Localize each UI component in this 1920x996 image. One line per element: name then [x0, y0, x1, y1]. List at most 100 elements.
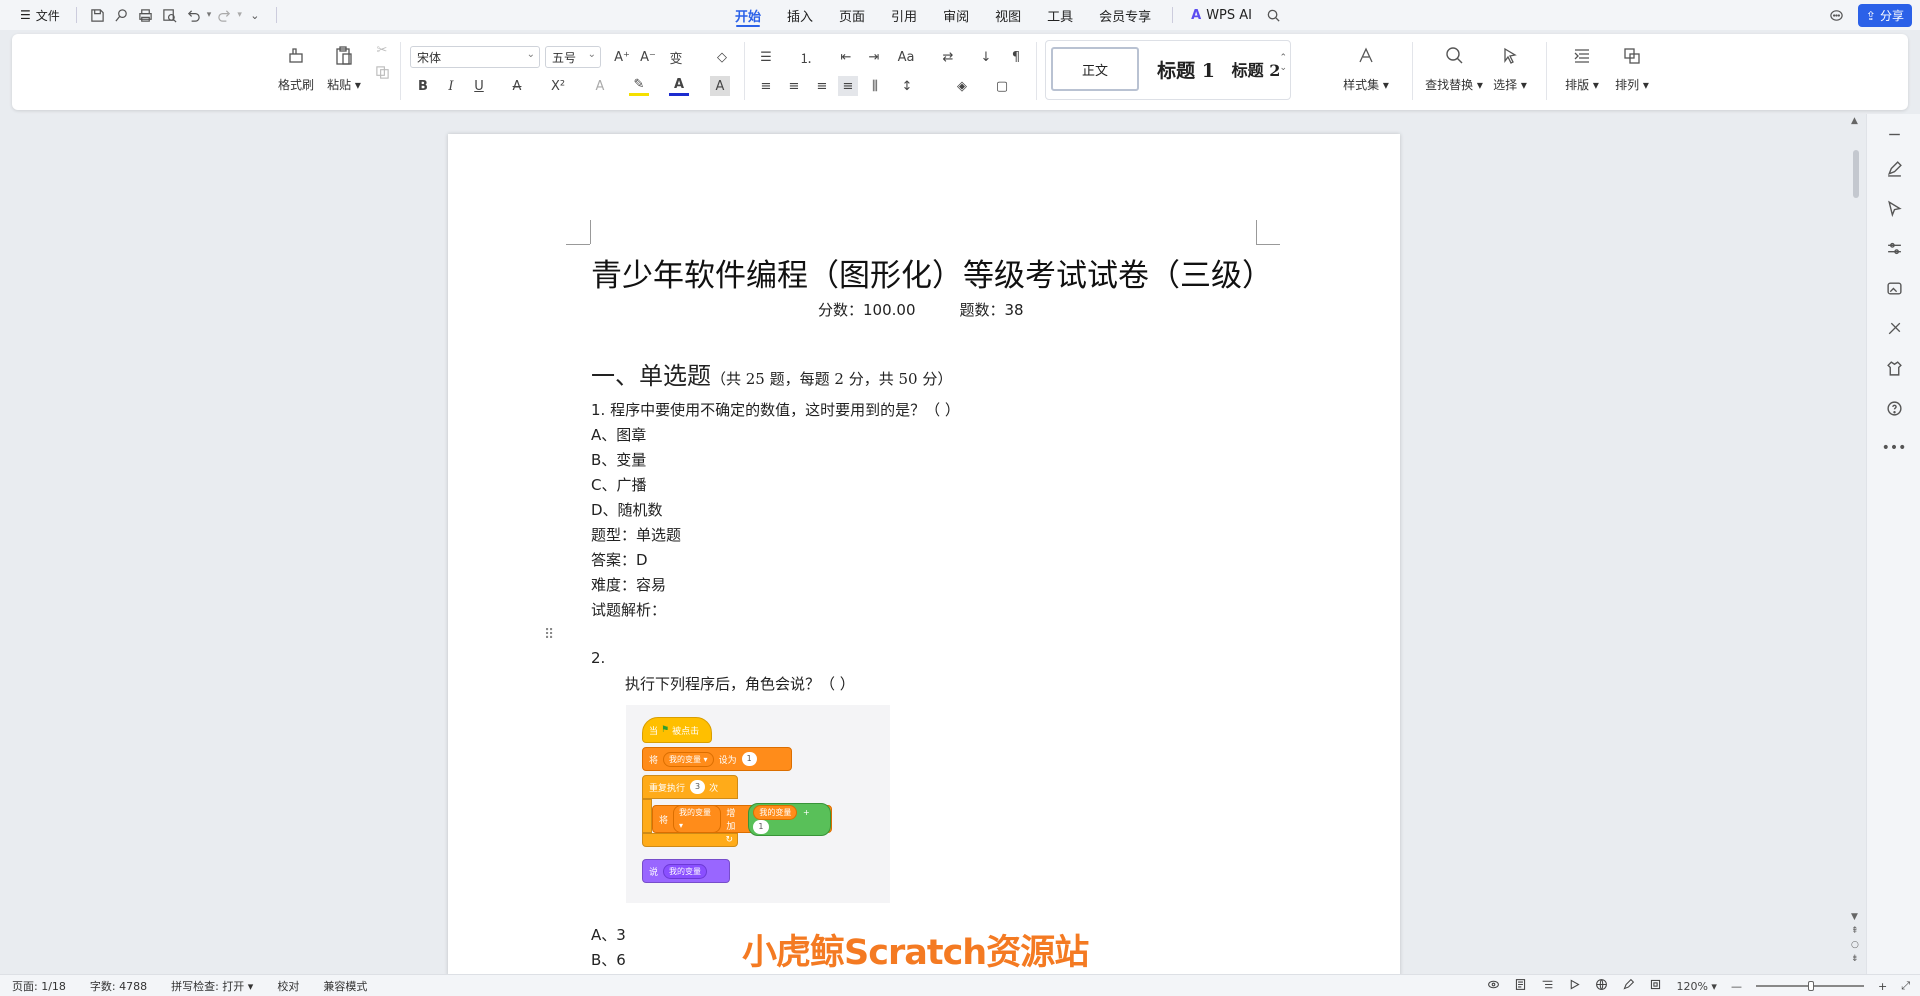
decrease-indent-icon[interactable]: ⇤: [836, 47, 856, 67]
show-marks-icon[interactable]: ¶: [1006, 47, 1026, 67]
image-tool-icon[interactable]: [1884, 278, 1904, 298]
distributed-icon[interactable]: ⫼: [865, 76, 885, 96]
tab-home[interactable]: 开始: [722, 0, 774, 30]
print-icon[interactable]: [135, 4, 157, 26]
numbered-list-icon[interactable]: ⒈: [796, 47, 816, 67]
strikethrough-icon[interactable]: A: [507, 76, 527, 96]
font-grow-icon[interactable]: A⁺: [612, 47, 632, 67]
style-heading-1[interactable]: 标题 1: [1149, 47, 1223, 91]
customize-toolbar-icon[interactable]: ⌄: [244, 4, 266, 26]
style-set-button[interactable]: 样式集 ▾: [1342, 44, 1390, 93]
cursor-icon[interactable]: [1884, 198, 1904, 218]
bullet-list-icon[interactable]: ☰: [756, 47, 776, 67]
text-effect-icon[interactable]: A: [590, 76, 610, 96]
drag-handle-icon[interactable]: ⠿: [544, 627, 554, 643]
underline-icon[interactable]: U: [469, 76, 489, 96]
tab-page[interactable]: 页面: [826, 0, 878, 30]
prev-page-icon[interactable]: ⇞: [1851, 926, 1859, 936]
zoom-level[interactable]: 120% ▾: [1676, 980, 1716, 993]
border-icon[interactable]: ▢: [992, 76, 1012, 96]
highlight-icon[interactable]: ✎: [629, 76, 649, 96]
align-right-icon[interactable]: ≡: [812, 76, 832, 96]
document-page[interactable]: 青少年软件编程（图形化）等级考试试卷（三级） 分数：100.00 题数：38 一…: [448, 134, 1400, 976]
next-page-icon[interactable]: ⇟: [1851, 954, 1859, 964]
save-icon[interactable]: [87, 4, 109, 26]
comments-icon[interactable]: [1826, 5, 1848, 27]
edit-pen-icon[interactable]: [1884, 158, 1904, 178]
scroll-up-icon[interactable]: ▲: [1851, 116, 1858, 126]
zoom-out-icon[interactable]: —: [1731, 980, 1742, 993]
redo-icon[interactable]: [213, 4, 235, 26]
italic-icon[interactable]: I: [441, 76, 461, 96]
export-pdf-icon[interactable]: [111, 4, 133, 26]
settings-sliders-icon[interactable]: [1884, 238, 1904, 258]
paragraph-shading-icon[interactable]: ◈: [952, 76, 972, 96]
web-view-icon[interactable]: [1595, 978, 1608, 994]
spell-check-toggle[interactable]: 拼写检查: 打开 ▾: [159, 978, 265, 994]
tab-view[interactable]: 视图: [982, 0, 1034, 30]
undo-icon[interactable]: [183, 4, 205, 26]
file-menu-button[interactable]: ☰ 文件: [14, 4, 66, 27]
bold-icon[interactable]: B: [413, 76, 433, 96]
clear-format-icon[interactable]: ◇: [712, 47, 732, 67]
print-preview-icon[interactable]: [159, 4, 181, 26]
change-case-icon[interactable]: Aa: [896, 47, 916, 67]
font-name-select[interactable]: 宋体 ⌄: [410, 46, 540, 68]
char-shading-icon[interactable]: A: [710, 76, 730, 96]
font-size-select[interactable]: 五号 ⌄: [545, 46, 601, 68]
word-count[interactable]: 字数: 4788: [78, 978, 159, 994]
outline-view-icon[interactable]: [1541, 978, 1554, 994]
align-left-icon[interactable]: ≡: [756, 76, 776, 96]
text-direction-icon[interactable]: ⇄: [938, 47, 958, 67]
redo-dropdown-icon[interactable]: ▾: [237, 10, 242, 20]
shirt-icon[interactable]: [1884, 358, 1904, 378]
phonetic-guide-icon[interactable]: 变: [666, 47, 686, 67]
select-browse-icon[interactable]: ○: [1851, 940, 1859, 950]
zoom-slider[interactable]: [1755, 981, 1864, 991]
find-replace-button[interactable]: 查找替换 ▾: [1424, 44, 1484, 93]
share-button[interactable]: ⇪ 分享: [1857, 4, 1912, 27]
tab-insert[interactable]: 插入: [774, 0, 826, 30]
search-icon[interactable]: [1262, 4, 1284, 26]
tab-references[interactable]: 引用: [878, 0, 930, 30]
cut-icon[interactable]: ✂: [372, 40, 392, 60]
zoom-slider-knob[interactable]: [1807, 981, 1814, 991]
scroll-down-icon[interactable]: ▼: [1851, 912, 1858, 922]
fullscreen-icon[interactable]: ⤢: [1901, 979, 1910, 993]
paste-button[interactable]: 粘贴 ▾: [320, 44, 368, 93]
gallery-scroll-icon[interactable]: ⌃ ⌄: [1279, 53, 1287, 73]
wps-ai-button[interactable]: A WPS AI: [1181, 8, 1262, 23]
more-icon[interactable]: •••: [1882, 438, 1907, 458]
style-normal[interactable]: 正文: [1051, 47, 1139, 91]
align-center-icon[interactable]: ≡: [784, 76, 804, 96]
scroll-thumb[interactable]: [1853, 150, 1859, 198]
font-shrink-icon[interactable]: A⁻: [638, 47, 658, 67]
page-indicator[interactable]: 页面: 1/18: [0, 978, 78, 994]
line-spacing-icon[interactable]: ↕: [897, 76, 917, 96]
eye-protection-icon[interactable]: [1487, 978, 1500, 994]
undo-dropdown-icon[interactable]: ▾: [207, 10, 212, 20]
write-mode-icon[interactable]: [1622, 978, 1635, 994]
fit-page-icon[interactable]: [1649, 978, 1662, 994]
arrange-button[interactable]: 排列 ▾: [1608, 44, 1656, 93]
sort-icon[interactable]: ↓: [976, 47, 996, 67]
justify-icon[interactable]: ≡: [838, 76, 858, 96]
layout-button[interactable]: 排版 ▾: [1558, 44, 1606, 93]
select-button[interactable]: 选择 ▾: [1486, 44, 1534, 93]
copy-icon[interactable]: [372, 62, 392, 82]
collapse-panel-icon[interactable]: [1884, 124, 1904, 144]
vertical-scrollbar[interactable]: ▲ ▼ ⇞ ○ ⇟: [1848, 114, 1864, 974]
style-heading-2[interactable]: 标题 2: [1226, 47, 1286, 91]
help-icon[interactable]: [1884, 398, 1904, 418]
tab-tools[interactable]: 工具: [1034, 0, 1086, 30]
play-icon[interactable]: [1568, 978, 1581, 994]
increase-indent-icon[interactable]: ⇥: [864, 47, 884, 67]
zoom-in-icon[interactable]: +: [1878, 980, 1887, 993]
page-view-icon[interactable]: [1514, 978, 1527, 994]
tools-icon[interactable]: [1884, 318, 1904, 338]
font-color-icon[interactable]: A: [669, 76, 689, 96]
tab-review[interactable]: 审阅: [930, 0, 982, 30]
superscript-icon[interactable]: X²: [548, 76, 568, 96]
tab-member[interactable]: 会员专享: [1086, 0, 1164, 30]
format-painter-button[interactable]: 格式刷: [272, 44, 320, 93]
